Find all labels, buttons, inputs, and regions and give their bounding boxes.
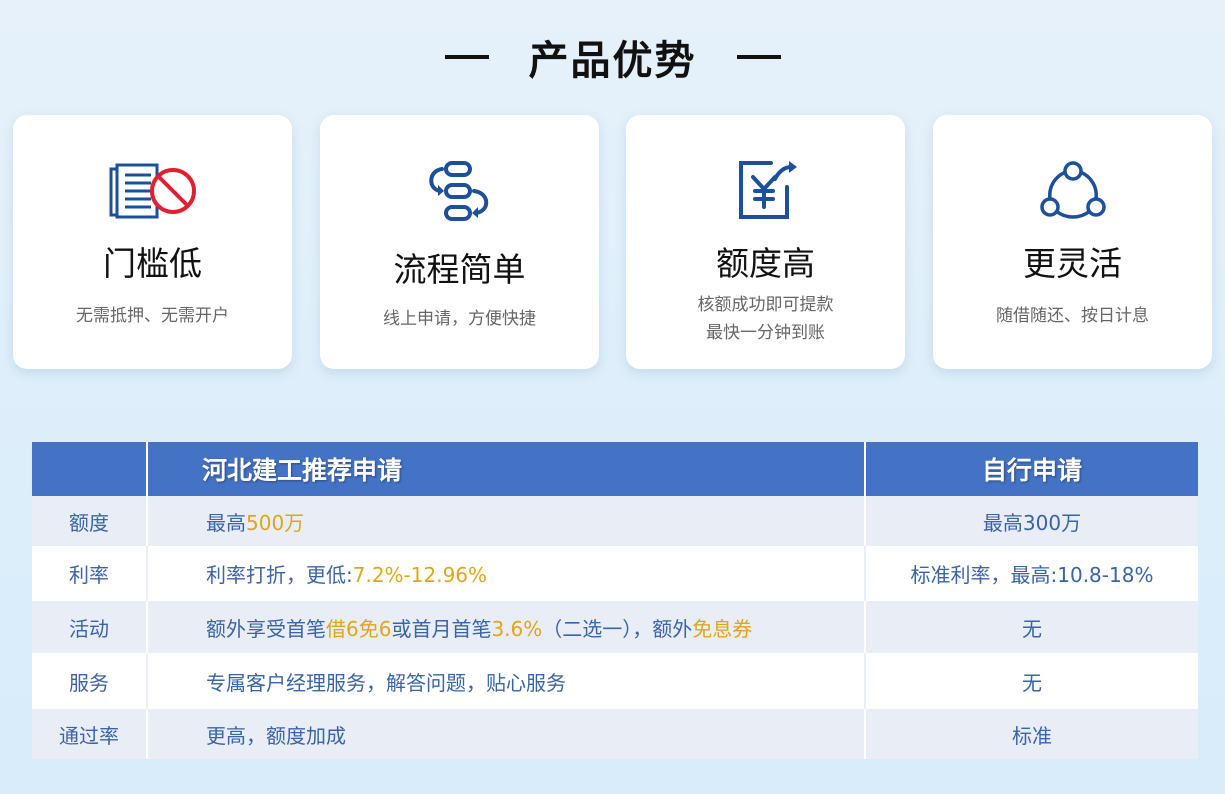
value-text: 最高	[206, 510, 246, 535]
value-text: 专属客户经理服务，解答问题，贴心服务	[206, 670, 566, 695]
value-text: 更高，额度加成	[206, 723, 346, 748]
card-desc: 无需抵押、无需开户	[76, 306, 229, 326]
header-self-apply: 自行申请	[865, 442, 1198, 496]
yuan-rise-icon	[626, 159, 905, 223]
row-label: 服务	[32, 653, 148, 709]
table-row: 服务 专属客户经理服务，解答问题，贴心服务 无	[32, 653, 1198, 709]
section-title: 产品优势	[0, 28, 1225, 86]
row-self-value: 标准利率，最高:10.8-18%	[865, 546, 1198, 601]
card-high-limit: 额度高 核额成功即可提款 最快一分钟到账	[626, 115, 905, 369]
card-flexible: 更灵活 随借随还、按日计息	[933, 115, 1212, 369]
row-recommended-value: 专属客户经理服务，解答问题，贴心服务	[147, 653, 866, 709]
value-text: 或首月首笔	[391, 616, 492, 641]
row-self-value: 标准	[865, 709, 1198, 759]
comparison-table: 河北建工推荐申请 自行申请 额度 最高500万 最高300万 利率 利率打折，更低:7.…	[32, 442, 1198, 759]
header-recommended: 河北建工推荐申请	[147, 442, 866, 496]
highlight-text: 免息券	[692, 616, 753, 641]
card-title: 门槛低	[103, 244, 202, 283]
advantage-cards: 门槛低 无需抵押、无需开户 流程简单 线上申请，方便快捷 额度高 核额成功即可提…	[13, 115, 1213, 370]
row-recommended-value: 更高，额度加成	[147, 709, 866, 759]
highlight-text: 3.6%	[491, 616, 543, 641]
highlight-text: 借6免6	[326, 616, 392, 641]
card-desc-line1: 核额成功即可提款	[697, 295, 834, 315]
table-row: 活动 额外享受首笔借6免6或首月首笔3.6%（二选一），额外免息券无	[32, 601, 1198, 653]
table-row: 通过率 更高，额度加成 标准	[32, 709, 1198, 759]
highlight-text: 7.2%-12.96%	[352, 563, 488, 587]
row-self-value: 无	[865, 601, 1198, 653]
row-self-value: 无	[865, 653, 1198, 709]
no-documents-icon	[13, 159, 292, 223]
row-label: 额度	[32, 496, 148, 546]
table-row: 额度 最高500万 最高300万	[32, 496, 1198, 546]
title-dash-right	[736, 55, 781, 59]
value-text: 额外享受首笔	[206, 616, 326, 641]
row-self-value: 最高300万	[865, 496, 1198, 546]
header-empty	[32, 442, 148, 496]
section-title-text: 产品优势	[528, 38, 697, 84]
value-text: 利率打折，更低:	[206, 563, 353, 587]
card-simple-process: 流程简单 线上申请，方便快捷	[320, 115, 599, 369]
highlight-text: 500万	[246, 510, 305, 535]
value-text: （二选一），额外	[542, 616, 693, 641]
title-dash-left	[444, 55, 489, 59]
card-title: 流程简单	[393, 250, 526, 289]
card-low-threshold: 门槛低 无需抵押、无需开户	[13, 115, 292, 369]
card-desc: 随借随还、按日计息	[996, 306, 1149, 326]
row-recommended-value: 利率打折，更低:7.2%-12.96%	[147, 546, 866, 601]
row-recommended-value: 额外享受首笔借6免6或首月首笔3.6%（二选一），额外免息券	[147, 601, 866, 653]
network-nodes-icon	[933, 159, 1212, 223]
card-title: 额度高	[716, 244, 815, 283]
row-label: 活动	[32, 601, 148, 653]
flow-cycle-icon	[320, 159, 599, 223]
card-desc: 线上申请，方便快捷	[383, 309, 536, 329]
table-row: 利率 利率打折，更低:7.2%-12.96% 标准利率，最高:10.8-18%	[32, 546, 1198, 601]
table-header-row: 河北建工推荐申请 自行申请	[32, 442, 1198, 496]
row-recommended-value: 最高500万	[147, 496, 866, 546]
row-label: 利率	[32, 546, 148, 601]
card-desc-line2: 最快一分钟到账	[706, 323, 825, 343]
row-label: 通过率	[32, 709, 148, 759]
card-title: 更灵活	[1023, 244, 1122, 283]
